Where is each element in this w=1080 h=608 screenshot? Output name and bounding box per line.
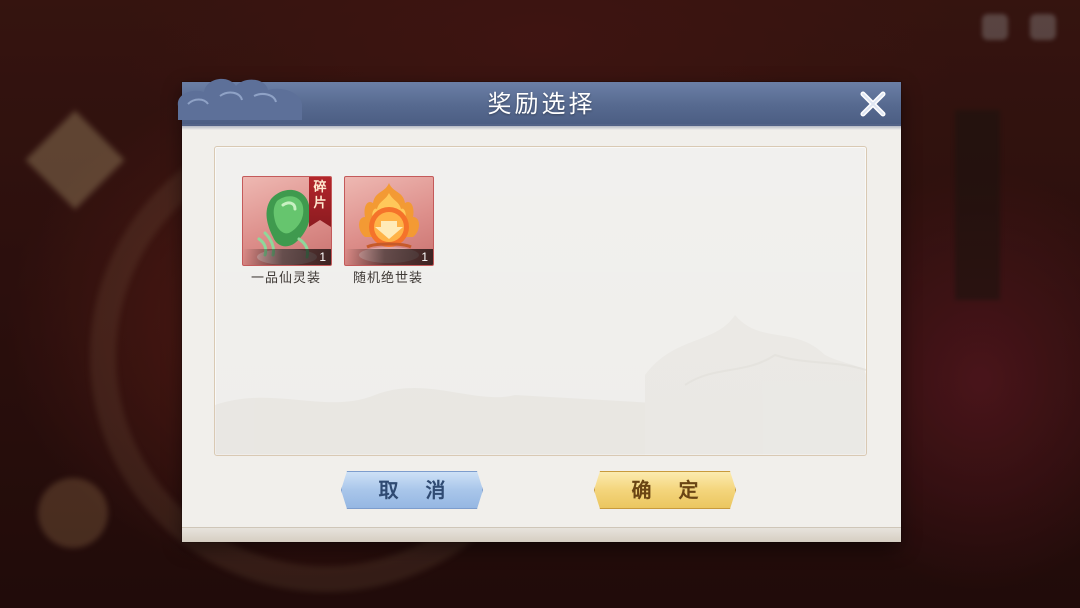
quantity-bar xyxy=(345,249,433,265)
reward-list-panel: 碎片 1 一品仙灵装 1 随机绝世装 xyxy=(214,146,867,456)
reward-name: 随机绝世装 xyxy=(352,271,423,286)
close-icon xyxy=(860,91,886,117)
reward-item-frame: 碎片 1 xyxy=(242,176,332,266)
reward-item-frame: 1 xyxy=(344,176,434,266)
reward-name: 一品仙灵装 xyxy=(250,271,321,286)
cancel-button[interactable]: 取 消 xyxy=(341,471,483,509)
dialog-footer xyxy=(182,527,901,542)
fragment-badge: 碎片 xyxy=(309,177,331,227)
reward-item[interactable]: 1 随机绝世装 xyxy=(344,176,434,286)
reward-item[interactable]: 碎片 1 一品仙灵装 xyxy=(242,176,332,286)
reward-quantity: 1 xyxy=(421,250,428,264)
reward-selection-dialog: 奖励选择 碎片 1 一品仙灵装 1 随机绝世装 取 消 确 定 xyxy=(177,78,901,542)
reward-quantity: 1 xyxy=(319,250,326,264)
cancel-button-label: 取 消 xyxy=(378,478,456,502)
quantity-bar xyxy=(243,249,331,265)
confirm-button[interactable]: 确 定 xyxy=(594,471,736,509)
close-button[interactable] xyxy=(857,88,889,120)
fragment-badge-label: 碎片 xyxy=(313,180,327,211)
confirm-button-label: 确 定 xyxy=(631,478,709,502)
dialog-title: 奖励选择 xyxy=(487,90,596,118)
